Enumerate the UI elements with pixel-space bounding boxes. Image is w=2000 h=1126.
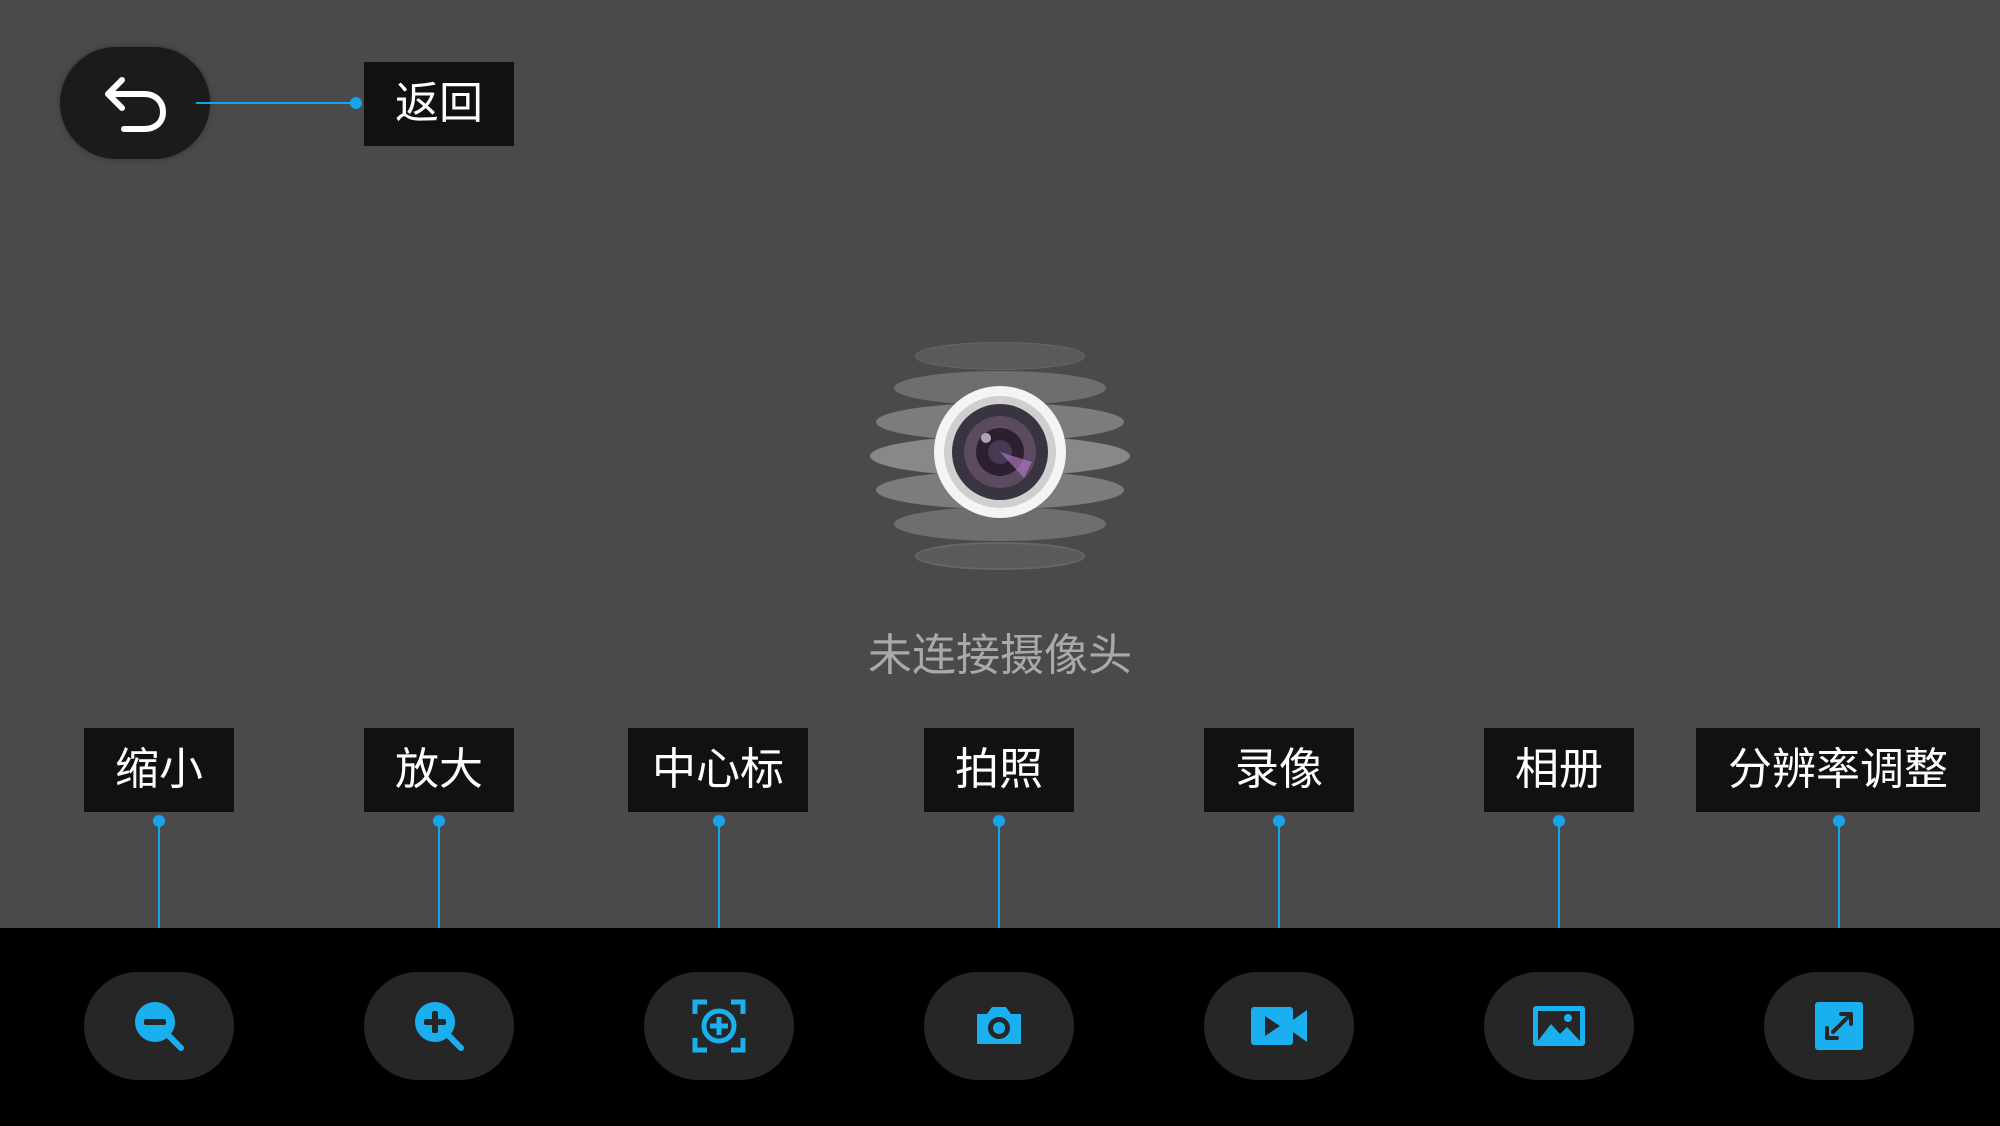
- album-callout: 相册: [1484, 728, 1634, 812]
- video-icon: [1251, 1007, 1307, 1045]
- camera-screen: 返回 未连接摄像头 缩小 放大 中心标 拍照 录像 相册 分辨率调整: [0, 0, 2000, 1126]
- camera-status-text: 未连接摄像头: [868, 630, 1132, 681]
- gallery-icon: [1533, 1006, 1585, 1046]
- record-button[interactable]: [1204, 972, 1354, 1080]
- zoom-in-callout: 放大: [364, 728, 514, 812]
- back-leader-line: [196, 102, 356, 104]
- photo-button[interactable]: [924, 972, 1074, 1080]
- back-button[interactable]: [60, 47, 210, 159]
- camera-lens-icon: [864, 338, 1136, 574]
- resolution-button[interactable]: [1764, 972, 1914, 1080]
- record-callout: 录像: [1204, 728, 1354, 812]
- zoom-out-callout: 缩小: [84, 728, 234, 812]
- zoom-in-icon: [415, 1002, 464, 1051]
- camera-icon: [977, 1007, 1021, 1044]
- photo-callout: 拍照: [924, 728, 1074, 812]
- center-mark-icon: [692, 999, 746, 1053]
- back-callout-label: 返回: [364, 62, 514, 146]
- zoom-in-button[interactable]: [364, 972, 514, 1080]
- back-leader-dot: [350, 97, 362, 109]
- center-callout: 中心标: [628, 728, 808, 812]
- zoom-out-button[interactable]: [84, 972, 234, 1080]
- back-arrow-icon: [105, 77, 166, 132]
- album-button[interactable]: [1484, 972, 1634, 1080]
- zoom-out-icon: [135, 1002, 184, 1051]
- center-mark-button[interactable]: [644, 972, 794, 1080]
- resolution-callout: 分辨率调整: [1696, 728, 1980, 812]
- resize-icon: [1815, 1002, 1863, 1050]
